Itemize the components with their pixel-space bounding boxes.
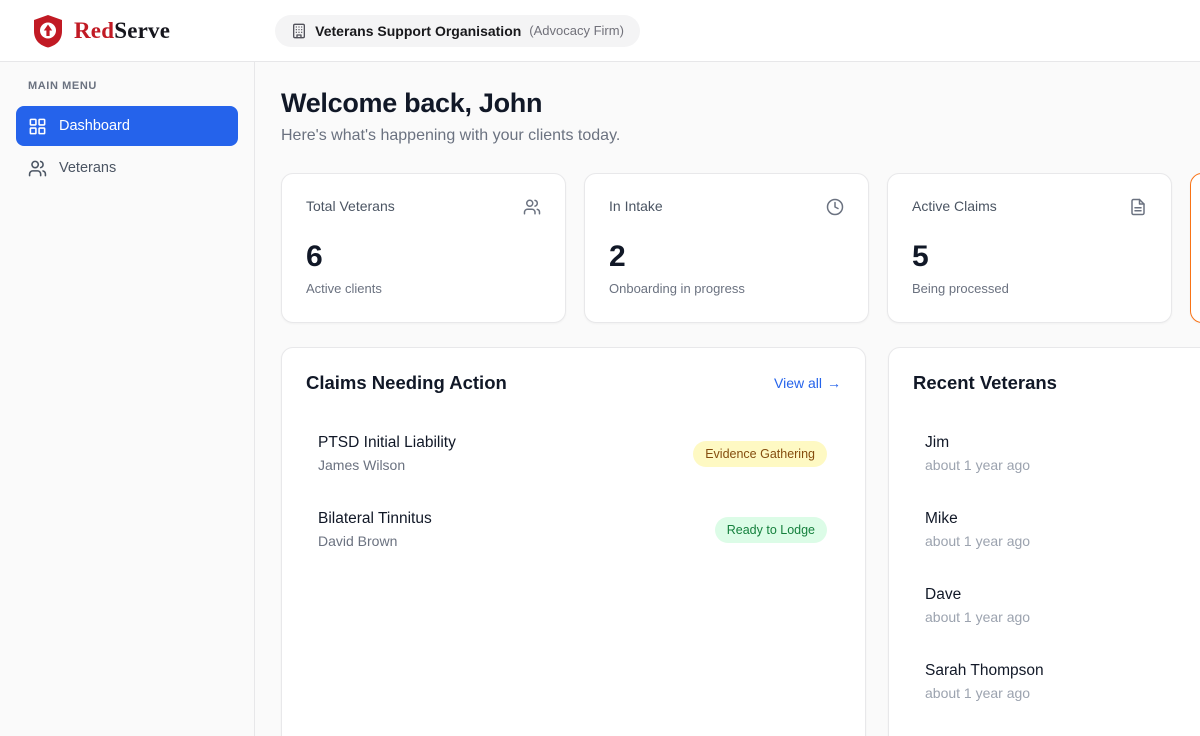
panels-row: Claims Needing Action View all → PTSD In… <box>281 347 1200 736</box>
veteran-time: about 1 year ago <box>925 609 1200 625</box>
building-icon <box>291 23 307 39</box>
stat-card-total-veterans: Total Veterans 6 Active clients <box>281 173 566 323</box>
claim-client: James Wilson <box>318 457 456 473</box>
stat-label: Total Veterans <box>306 198 395 214</box>
stat-sublabel: Being processed <box>912 281 1147 296</box>
sidebar-item-veterans[interactable]: Veterans <box>16 148 238 188</box>
organisation-type: (Advocacy Firm) <box>529 23 624 38</box>
brand-wordmark: RedServe <box>74 18 170 44</box>
arrow-right-icon: → <box>827 375 841 391</box>
stat-sublabel: Active clients <box>306 281 541 296</box>
sidebar: MAIN MENU Dashboard V <box>0 62 255 736</box>
veteran-name: Mike <box>925 510 1200 528</box>
sidebar-item-label: Veterans <box>59 160 116 176</box>
stat-value: 6 <box>306 242 541 272</box>
recent-panel-title: Recent Veterans <box>913 372 1057 394</box>
claim-row[interactable]: PTSD Initial Liability James Wilson Evid… <box>306 434 841 473</box>
claim-row[interactable]: Bilateral Tinnitus David Brown Ready to … <box>306 510 841 549</box>
sidebar-item-label: Dashboard <box>59 118 130 134</box>
stat-value: 2 <box>609 242 844 272</box>
veteran-row[interactable]: Jim about 1 year ago <box>913 434 1200 473</box>
claim-client: David Brown <box>318 533 432 549</box>
stat-value: 5 <box>912 242 1147 272</box>
top-header: RedServe Veterans Support Organisation (… <box>0 0 1200 62</box>
veteran-row[interactable]: Sarah Thompson about 1 year ago <box>913 662 1200 701</box>
veteran-time: about 1 year ago <box>925 685 1200 701</box>
users-icon <box>523 198 541 216</box>
recent-veterans-list: Jim about 1 year ago Mike about 1 year a… <box>913 434 1200 701</box>
users-icon <box>28 159 47 178</box>
stat-card-active-claims: Active Claims 5 Being processed <box>887 173 1172 323</box>
stat-sublabel: Onboarding in progress <box>609 281 844 296</box>
stat-card-in-intake: In Intake 2 Onboarding in progress <box>584 173 869 323</box>
page-title: Welcome back, John <box>281 88 1200 119</box>
view-all-link[interactable]: View all → <box>774 375 841 391</box>
claims-needing-action-panel: Claims Needing Action View all → PTSD In… <box>281 347 866 736</box>
claim-title: PTSD Initial Liability <box>318 434 456 452</box>
claims-list: PTSD Initial Liability James Wilson Evid… <box>306 434 841 549</box>
shield-logo-icon <box>30 13 66 49</box>
status-badge: Evidence Gathering <box>693 441 827 467</box>
claim-title: Bilateral Tinnitus <box>318 510 432 528</box>
recent-veterans-panel: Recent Veterans Jim about 1 year ago Mik… <box>888 347 1200 736</box>
veteran-row[interactable]: Mike about 1 year ago <box>913 510 1200 549</box>
stat-label: In Intake <box>609 198 663 214</box>
main-content: Welcome back, John Here's what's happeni… <box>255 62 1200 736</box>
brand-logo: RedServe <box>30 13 170 49</box>
veteran-time: about 1 year ago <box>925 533 1200 549</box>
stat-label: Active Claims <box>912 198 997 214</box>
page-subtitle: Here's what's happening with your client… <box>281 127 1200 145</box>
veteran-time: about 1 year ago <box>925 457 1200 473</box>
sidebar-item-dashboard[interactable]: Dashboard <box>16 106 238 146</box>
claims-panel-title: Claims Needing Action <box>306 372 507 394</box>
veteran-row[interactable]: Dave about 1 year ago <box>913 586 1200 625</box>
stats-row: Total Veterans 6 Active clients I <box>281 173 1200 323</box>
status-badge: Ready to Lodge <box>715 517 827 543</box>
clock-icon <box>826 198 844 216</box>
stat-card-partial <box>1190 173 1200 323</box>
organisation-badge[interactable]: Veterans Support Organisation (Advocacy … <box>275 15 640 47</box>
veteran-name: Sarah Thompson <box>925 662 1200 680</box>
dashboard-grid-icon <box>28 117 47 136</box>
file-text-icon <box>1129 198 1147 216</box>
organisation-name: Veterans Support Organisation <box>315 23 521 39</box>
veteran-name: Jim <box>925 434 1200 452</box>
veteran-name: Dave <box>925 586 1200 604</box>
sidebar-section-label: MAIN MENU <box>16 80 238 92</box>
